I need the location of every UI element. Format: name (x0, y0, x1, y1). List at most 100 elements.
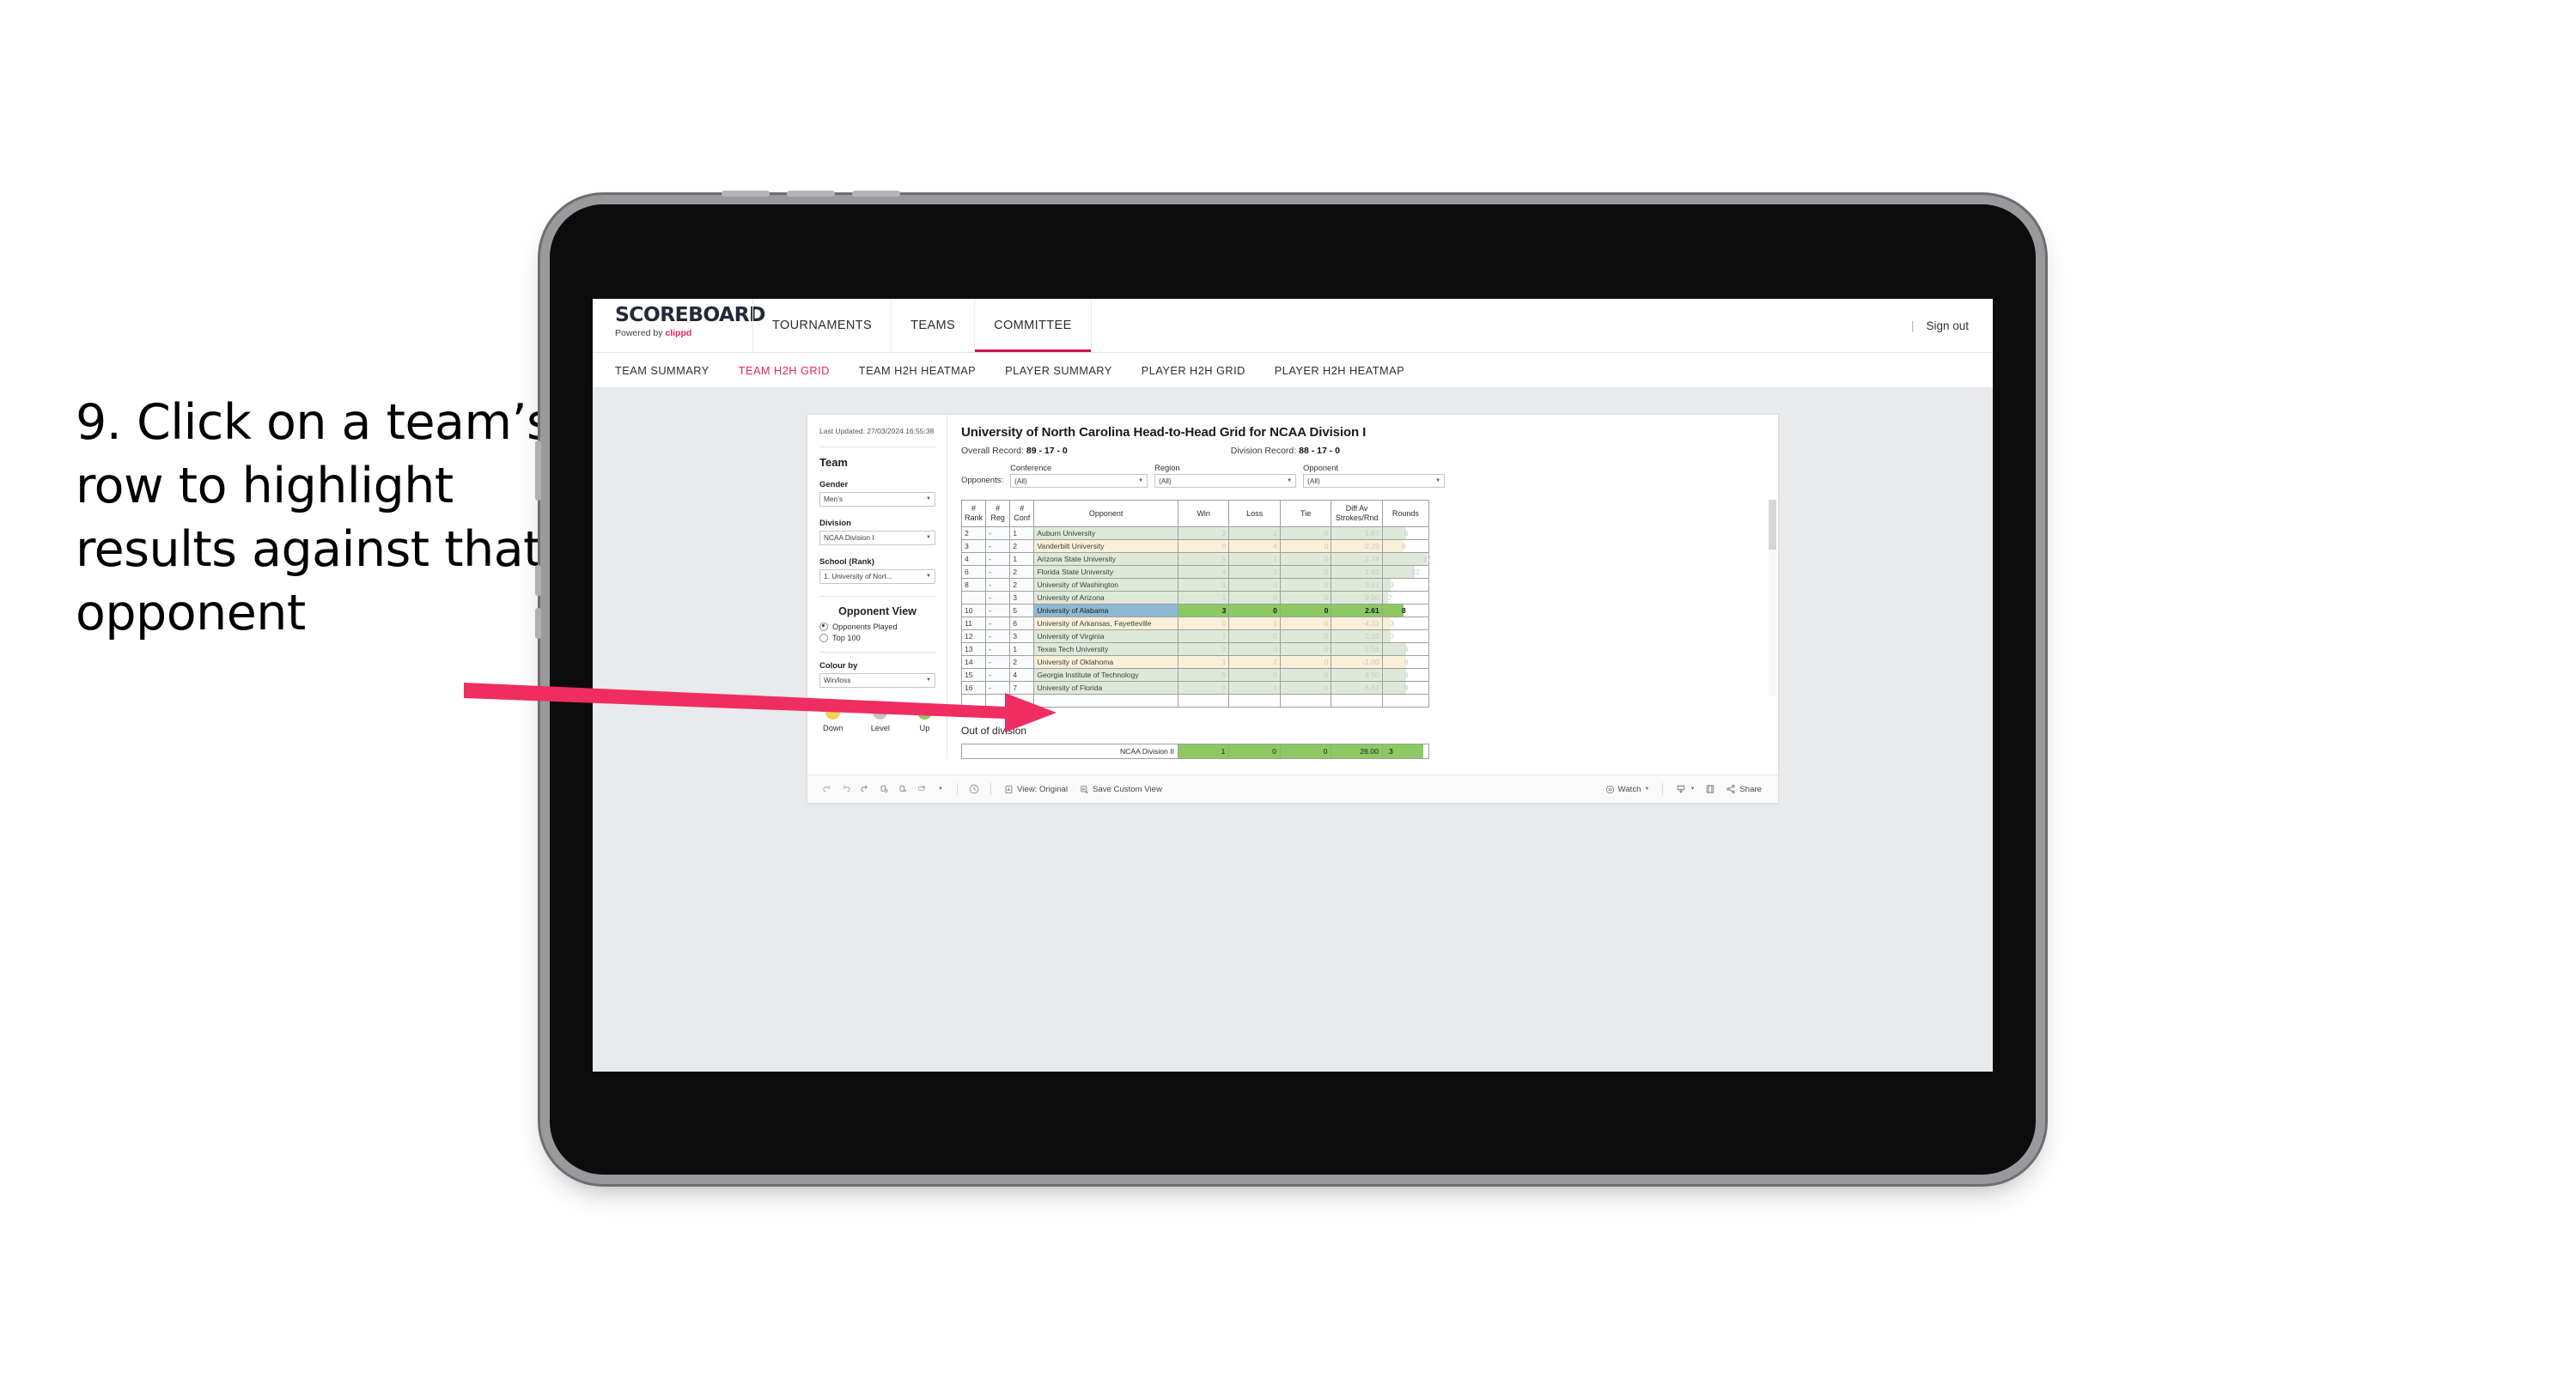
cell-reg: - (985, 642, 1011, 656)
conference-filter-group: Conference (All) ▼ (1010, 464, 1148, 488)
cell-loss: 4 (1228, 539, 1281, 553)
col-header-rounds[interactable]: Rounds (1381, 500, 1430, 527)
cell-win: 1 (1177, 578, 1230, 592)
col-header-opponent[interactable]: Opponent (1033, 500, 1178, 527)
refresh-icon[interactable] (874, 780, 893, 799)
table-row[interactable]: -3 University of Arizona 1 0 0 9.00 2 (960, 591, 1430, 604)
table-row[interactable]: 10-5 University of Alabama 3 0 0 2.61 8 (960, 604, 1430, 617)
col-header-win[interactable]: Win (1177, 500, 1230, 527)
radio-label-opponents-played: Opponents Played (832, 622, 898, 631)
subnav-item-player-summary[interactable]: PLAYER SUMMARY (1005, 364, 1112, 377)
cell-win: 1 (1177, 629, 1230, 643)
cell-reg: - (985, 526, 1011, 540)
chevron-down-icon[interactable]: ▼ (931, 780, 950, 799)
opponent-view-title: Opponent View (838, 604, 917, 617)
table-scrollbar-thumb[interactable] (1769, 500, 1776, 550)
cell-rank: 10 (960, 604, 987, 617)
radio-top-100[interactable]: Top 100 (819, 633, 935, 642)
download-button[interactable]: ▼ (1670, 784, 1701, 794)
subnav-item-team-h2h-grid[interactable]: TEAM H2H GRID (739, 364, 830, 377)
col-header-rank[interactable]: # Rank (960, 500, 987, 527)
share-button[interactable]: Share (1720, 784, 1768, 794)
cell-win: 3 (1177, 681, 1230, 695)
clock-icon[interactable] (965, 780, 984, 799)
subnav-item-player-h2h-heatmap[interactable]: PLAYER H2H HEATMAP (1275, 364, 1404, 377)
table-row[interactable]: 16-7 University of Florida 3 1 0 6.62 9 (960, 681, 1430, 695)
table-row[interactable]: 8-2 University of Washington 1 0 0 3.67 3 (960, 578, 1430, 592)
table-row[interactable]: 3-2 Vanderbilt University 0 4 0 -2.29 8 (960, 539, 1430, 553)
rounds-value: 3 (1390, 580, 1394, 589)
watch-label: Watch (1617, 784, 1641, 794)
nav-item-tournaments[interactable]: TOURNAMENTS (752, 299, 891, 352)
cell-diff: 2.33 (1331, 629, 1383, 643)
table-row[interactable]: 2-1 Auburn University 2 1 0 1.67 9 (960, 526, 1430, 540)
nav-item-teams[interactable]: TEAMS (891, 299, 974, 352)
gender-value: Men’s (824, 495, 843, 504)
table-row[interactable]: 11-6 University of Arkansas, Fayetteville… (960, 617, 1430, 630)
table-row[interactable]: 4-1 Arizona State University 5 1 0 2.28 17 (960, 552, 1431, 566)
table-row[interactable]: 13-1 Texas Tech University 3 0 0 5.56 9 (960, 642, 1430, 656)
col-header-reg[interactable]: # Reg (985, 500, 1011, 527)
table-row[interactable]: 12-3 University of Virginia 1 0 0 2.33 3 (960, 629, 1430, 643)
col-header-conf[interactable]: # Conf (1009, 500, 1035, 527)
table-scrollbar[interactable] (1769, 500, 1776, 696)
region-select[interactable]: (All) ▼ (1154, 474, 1297, 488)
subnav-item-player-h2h-grid[interactable]: PLAYER H2H GRID (1142, 364, 1245, 377)
legend-dot-down (825, 704, 841, 720)
cell-loss: 1 (1228, 526, 1281, 540)
col-header-diff[interactable]: Diff Av Strokes/Rnd (1331, 500, 1383, 527)
cell-rank: 4 (960, 552, 987, 566)
colour-by-select[interactable]: Win/loss ▼ (819, 672, 935, 688)
nav-item-committee[interactable]: COMMITTEE (974, 299, 1092, 352)
brand-logo[interactable]: SCOREBOARD Powered by clippd (593, 299, 766, 352)
watch-button[interactable]: Watch ▼ (1599, 785, 1656, 794)
col-header-loss[interactable]: Loss (1228, 500, 1281, 527)
opponent-filters: Opponents: Conference (All) ▼ Region (Al… (961, 464, 1763, 488)
chevron-down-icon: ▼ (1435, 478, 1441, 483)
brand-title: SCOREBOARD (615, 304, 766, 326)
table-row[interactable]: 15-4 Georgia Institute of Technology 5 0 0 4.… (960, 668, 1430, 682)
cell-reg: - (985, 578, 1011, 592)
chevron-down-icon: ▼ (1690, 787, 1696, 792)
opponent-select[interactable]: (All) ▼ (1303, 474, 1446, 488)
save-custom-view-button[interactable]: Save Custom View (1074, 785, 1168, 794)
tablet-screen: SCOREBOARD Powered by clippd TOURNAMENTS… (593, 299, 1993, 1072)
loop-icon[interactable] (912, 780, 931, 799)
rounds-value: 9 (1404, 529, 1409, 538)
cell-diff: 2.28 (1331, 552, 1383, 566)
conference-select[interactable]: (All) ▼ (1010, 474, 1148, 488)
view-original-button[interactable]: View: Original (998, 785, 1074, 794)
undo-icon[interactable] (818, 780, 837, 799)
fullscreen-icon[interactable] (1701, 780, 1720, 799)
col-conf-line2: Conf (1014, 513, 1031, 522)
cell-tie: 0 (1279, 539, 1332, 553)
table-row[interactable]: 6-2 Florida State University 4 2 0 1.83 12 (960, 565, 1430, 579)
gender-select[interactable]: Men’s ▼ (819, 491, 935, 507)
cell-reg: - (985, 668, 1011, 682)
out-of-division-row[interactable]: NCAA Division II 1 0 0 26.00 3 (961, 744, 1430, 759)
cell-opponent: University of Oklahoma (1033, 655, 1178, 669)
rounds-value: 8 (1401, 606, 1406, 615)
school-rank-select[interactable]: 1. University of Nort... ▼ (819, 568, 935, 584)
radio-opponents-played[interactable]: Opponents Played (819, 622, 935, 631)
table-row[interactable]: 14-2 University of Oklahoma 1 2 0 -1.00 9 (960, 655, 1430, 669)
subnav-item-team-summary[interactable]: TEAM SUMMARY (615, 364, 709, 377)
chevron-down-icon: ▼ (1138, 478, 1144, 483)
radio-icon-unselected (819, 633, 828, 642)
blank-cell (1033, 694, 1178, 708)
cell-conf: 1 (1009, 642, 1035, 656)
pause-icon[interactable] (893, 780, 912, 799)
subnav-item-team-h2h-heatmap[interactable]: TEAM H2H HEATMAP (859, 364, 976, 377)
h2h-table-body: 2-1 Auburn University 2 1 0 1.67 9 3-2 Vanderbil… (960, 526, 1431, 708)
divider-1 (819, 446, 935, 447)
sign-out-link[interactable]: Sign out (1926, 319, 1969, 332)
revert-icon[interactable] (856, 780, 874, 799)
cell-rounds: 9 (1381, 655, 1430, 669)
redo-icon[interactable] (837, 780, 856, 799)
cell-conf: 7 (1009, 681, 1035, 695)
share-icon (1726, 785, 1736, 793)
col-header-tie[interactable]: Tie (1279, 500, 1332, 527)
blank-cell (960, 694, 987, 708)
blank-cell (985, 694, 1011, 708)
division-select[interactable]: NCAA Division I ▼ (819, 530, 935, 545)
